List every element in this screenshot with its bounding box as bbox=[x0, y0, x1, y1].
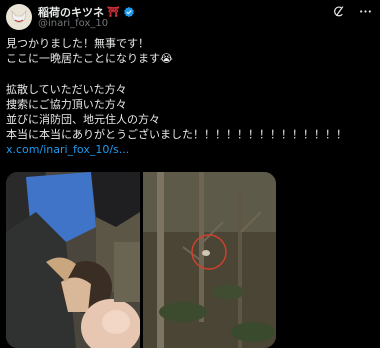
avatar-fox-icon bbox=[11, 9, 27, 23]
photo-rescue-scene[interactable] bbox=[6, 172, 140, 348]
tweet-actions bbox=[332, 5, 372, 18]
grok-icon bbox=[334, 6, 344, 17]
author-handle[interactable]: @inari_fox_10 bbox=[38, 18, 108, 29]
photo-forest[interactable] bbox=[143, 172, 276, 348]
more-button[interactable] bbox=[359, 5, 372, 18]
avatar[interactable] bbox=[6, 4, 32, 30]
media-grid bbox=[6, 172, 276, 348]
tweet-line: 本当に本当にありがとうございました！！！！！！！！！！！！！！ bbox=[6, 128, 347, 142]
grok-button[interactable] bbox=[332, 5, 345, 18]
tweet-link[interactable]: x.com/inari_fox_10/s... bbox=[6, 142, 376, 157]
tweet-line: 捜索にご協力頂いた方々 bbox=[6, 97, 127, 111]
tweet-line: 見つかりました！無事です！ bbox=[6, 37, 149, 50]
tweet-line: 並びに消防団、地元住人の方々 bbox=[6, 113, 160, 126]
forest-photo-illustration bbox=[143, 172, 276, 348]
tweet-line: ここに一晩居たことになります😭 bbox=[6, 52, 173, 66]
more-icon bbox=[360, 10, 371, 13]
rescue-photo-illustration bbox=[6, 172, 140, 348]
verified-badge-icon bbox=[123, 6, 134, 18]
torii-emoji: ⛩ bbox=[107, 6, 120, 18]
tweet-line: 拡散していただいた方々 bbox=[6, 82, 127, 96]
tweet-text: 見つかりました！無事です！ ここに一晩居たことになります😭 拡散していただいた方… bbox=[6, 36, 376, 158]
